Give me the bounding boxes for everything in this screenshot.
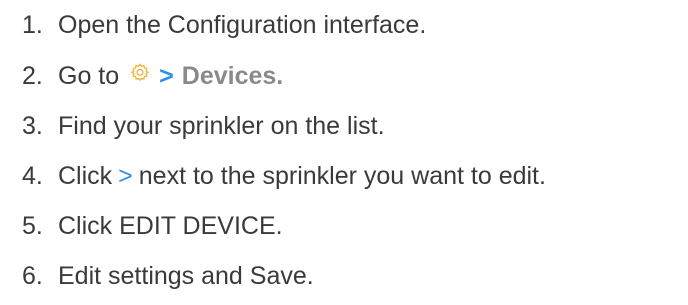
step-3: 3. Find your sprinkler on the list. bbox=[22, 106, 385, 146]
step-number: 3. bbox=[22, 112, 43, 140]
step-1: 1. Open the Configuration interface. bbox=[22, 5, 426, 45]
step-text-prefix: Go to bbox=[58, 62, 120, 90]
devices-nav-label: Devices. bbox=[181, 62, 284, 90]
step-5: 5. Click EDIT DEVICE. bbox=[22, 206, 283, 246]
step-number: 1. bbox=[22, 11, 43, 39]
step-text-suffix: next to the sprinkler you want to edit. bbox=[138, 162, 546, 190]
step-text: Open the Configuration interface. bbox=[58, 11, 427, 39]
step-text: Find your sprinkler on the list. bbox=[58, 112, 385, 140]
step-4: 4. Click > next to the sprinkler you wan… bbox=[22, 156, 546, 196]
step-number: 4. bbox=[22, 162, 43, 190]
step-6: 6. Edit settings and Save. bbox=[22, 256, 314, 296]
step-number: 2. bbox=[22, 62, 43, 90]
step-number: 5. bbox=[22, 212, 43, 240]
step-text: Edit settings and Save. bbox=[58, 262, 314, 290]
chevron-right-icon: > bbox=[118, 162, 133, 190]
step-text: Click EDIT DEVICE. bbox=[58, 212, 283, 240]
step-text-prefix: Click bbox=[58, 162, 113, 190]
chevron-right-icon: > bbox=[159, 62, 174, 90]
gear-icon bbox=[129, 62, 151, 84]
step-2: 2. Go to > Devices. bbox=[22, 56, 283, 96]
step-number: 6. bbox=[22, 262, 43, 290]
